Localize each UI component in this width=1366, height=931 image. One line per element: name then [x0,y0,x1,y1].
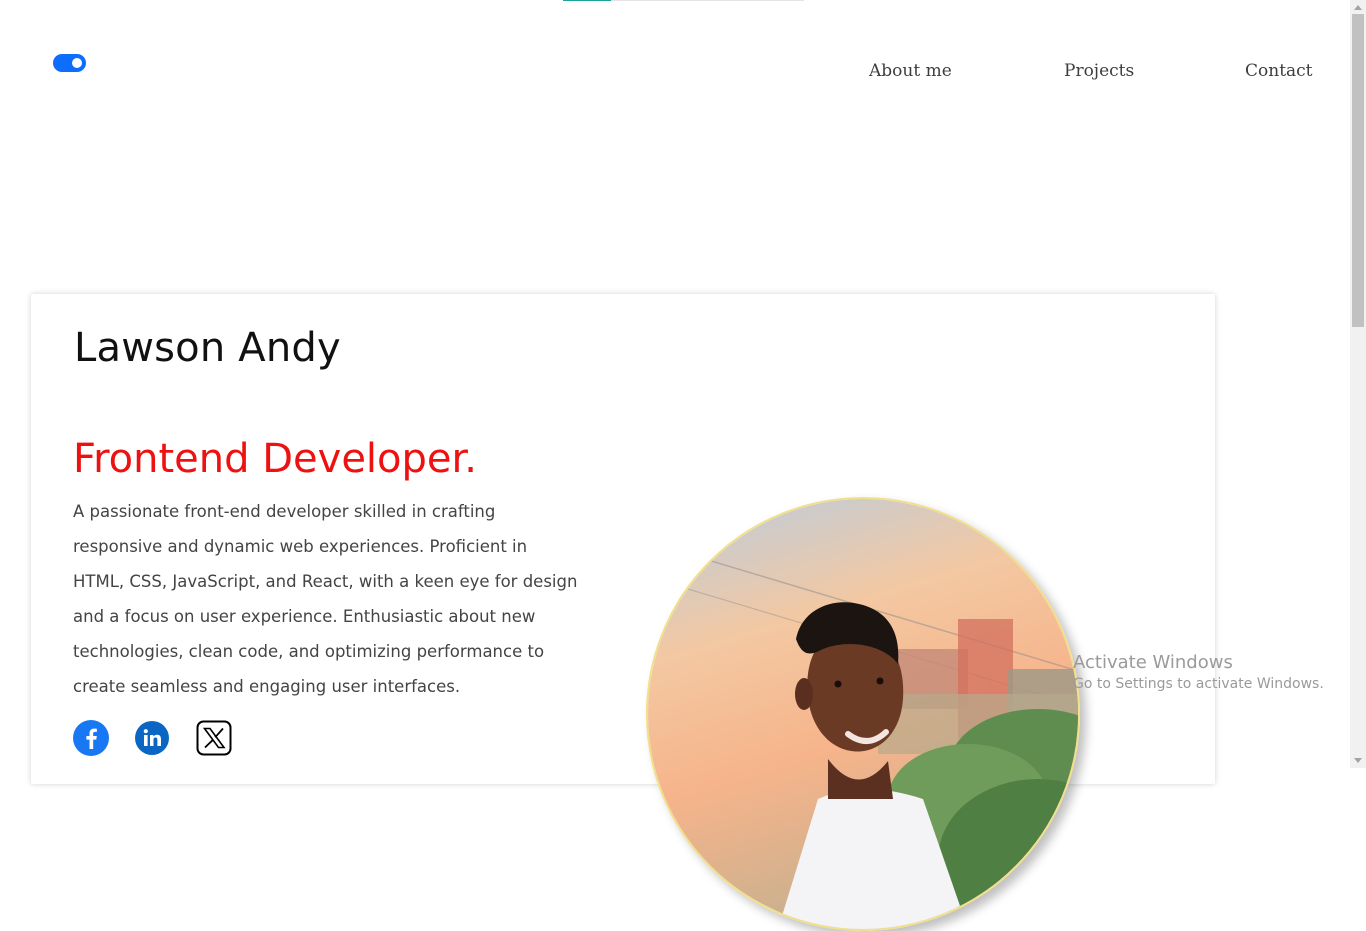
theme-toggle[interactable] [53,54,86,72]
linkedin-icon[interactable] [134,720,170,756]
hero-name: Lawson Andy [74,325,341,371]
top-progress-accent [563,0,611,1]
profile-photo-image [648,499,1078,929]
scrollbar-thumb[interactable] [1352,14,1364,327]
facebook-icon[interactable] [73,720,109,756]
hero-bio: A passionate front-end developer skilled… [73,502,578,696]
profile-photo [646,497,1080,931]
x-twitter-icon[interactable] [196,720,232,756]
top-progress-bar [563,0,804,1]
toggle-knob [72,58,82,68]
hero-role: Frontend Developer. [73,436,478,482]
nav-projects[interactable]: Projects [1064,61,1134,81]
windows-activation-watermark: Activate Windows Go to Settings to activ… [1073,652,1324,692]
watermark-title: Activate Windows [1073,652,1233,673]
scroll-down-arrow[interactable] [1354,758,1362,763]
scroll-up-arrow[interactable] [1354,5,1362,10]
page-scrollbar[interactable] [1350,0,1366,768]
nav-about[interactable]: About me [869,61,952,81]
watermark-subtitle: Go to Settings to activate Windows. [1073,676,1324,692]
nav-contact[interactable]: Contact [1245,61,1313,81]
